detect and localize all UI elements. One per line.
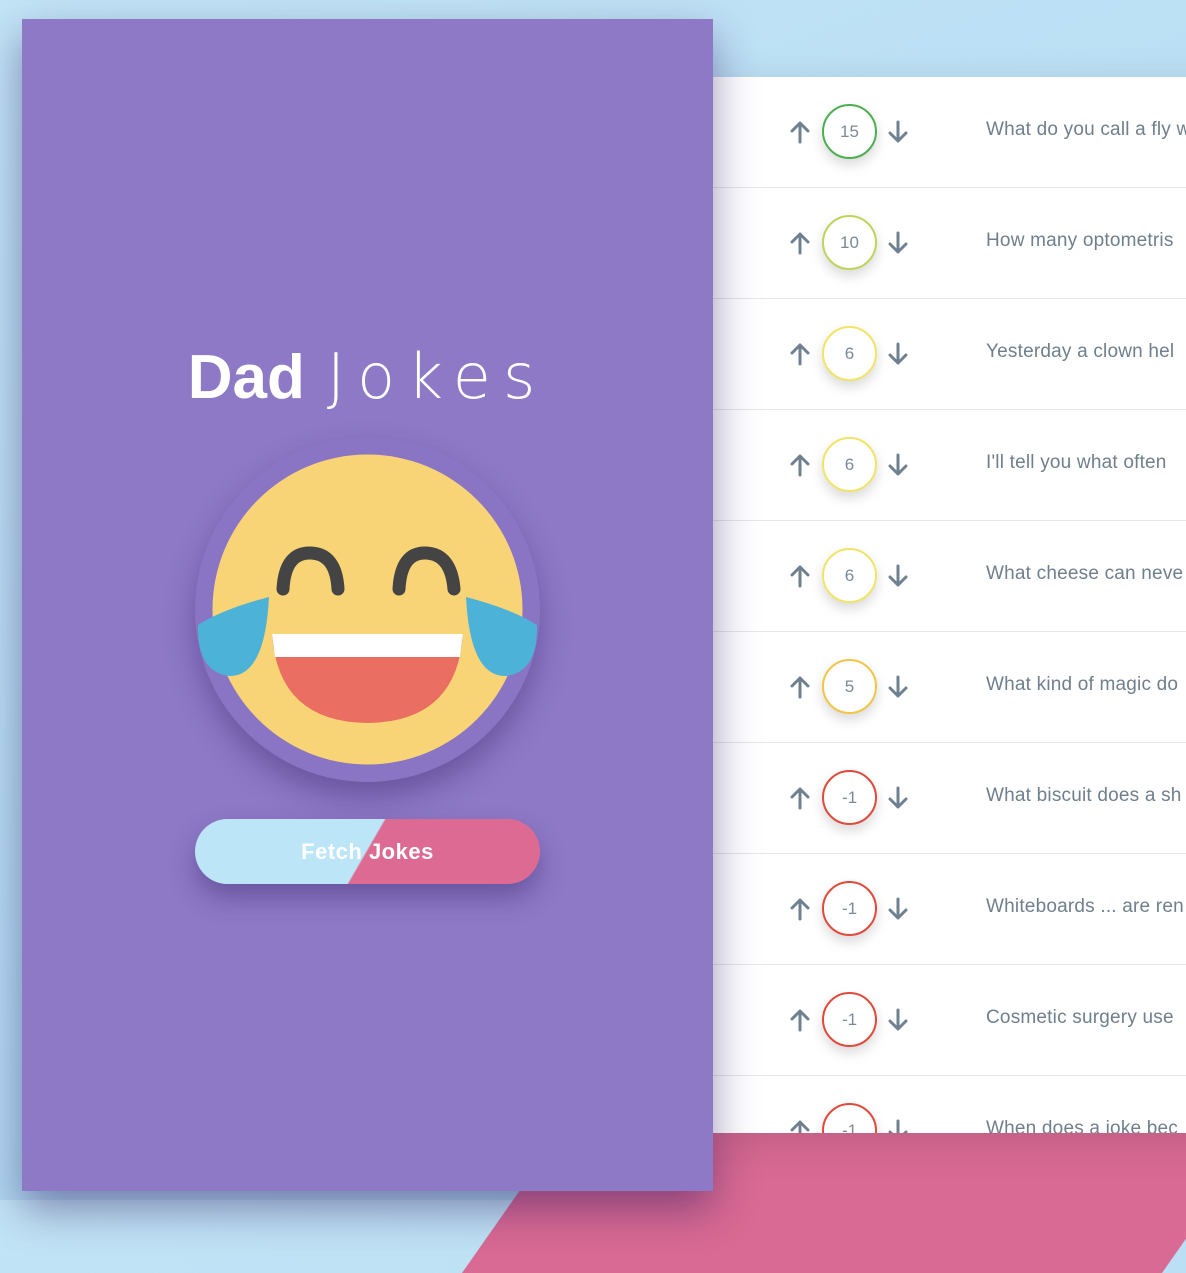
vote-count-badge: 5	[822, 659, 877, 714]
arrow-up-icon[interactable]	[787, 785, 813, 811]
arrow-up-icon[interactable]	[787, 896, 813, 922]
joke-row: -1 Whiteboards ... are ren	[713, 854, 1186, 965]
joke-row: 15 What do you call a fly w	[713, 77, 1186, 188]
arrow-up-icon[interactable]	[787, 452, 813, 478]
arrow-up-icon[interactable]	[787, 1007, 813, 1033]
vote-count-badge: 6	[822, 437, 877, 492]
arrow-down-icon[interactable]	[885, 230, 911, 256]
arrow-down-icon[interactable]	[885, 674, 911, 700]
joke-row: -1 Cosmetic surgery use	[713, 965, 1186, 1076]
arrow-up-icon[interactable]	[787, 119, 813, 145]
laughing-emoji-icon	[195, 437, 540, 782]
arrow-down-icon[interactable]	[885, 785, 911, 811]
joke-text: What do you call a fly w	[986, 119, 1186, 140]
vote-count-badge: 15	[822, 104, 877, 159]
joke-row: -1 What biscuit does a sh	[713, 743, 1186, 854]
arrow-up-icon[interactable]	[787, 1118, 813, 1133]
vote-count-badge: 6	[822, 548, 877, 603]
vote-count-badge: -1	[822, 881, 877, 936]
arrow-down-icon[interactable]	[885, 452, 911, 478]
joke-text: When does a joke bec	[986, 1118, 1179, 1133]
fetch-jokes-label: Fetch Jokes	[301, 838, 434, 864]
vote-count-badge: -1	[822, 1103, 877, 1133]
joke-row: 5 What kind of magic do	[713, 632, 1186, 743]
arrow-down-icon[interactable]	[885, 896, 911, 922]
arrow-up-icon[interactable]	[787, 230, 813, 256]
joke-text: What kind of magic do	[986, 674, 1179, 695]
joke-row: 6 What cheese can neve	[713, 521, 1186, 632]
vote-count-badge: 6	[822, 326, 877, 381]
jokes-list[interactable]: 15 What do you call a fly w 10 How many opt…	[713, 77, 1186, 1133]
arrow-down-icon[interactable]	[885, 119, 911, 145]
joke-text: I'll tell you what often	[986, 452, 1167, 473]
arrow-down-icon[interactable]	[885, 341, 911, 367]
arrow-down-icon[interactable]	[885, 1118, 911, 1133]
joke-text: What biscuit does a sh	[986, 785, 1182, 806]
joke-row: 6 Yesterday a clown hel	[713, 299, 1186, 410]
vote-count-badge: 10	[822, 215, 877, 270]
arrow-up-icon[interactable]	[787, 563, 813, 589]
vote-count-badge: -1	[822, 770, 877, 825]
joke-text: Cosmetic surgery use	[986, 1007, 1174, 1028]
joke-text: Whiteboards ... are ren	[986, 896, 1184, 917]
arrow-down-icon[interactable]	[885, 563, 911, 589]
joke-row: 10 How many optometris	[713, 188, 1186, 299]
fetch-jokes-button[interactable]: Fetch Jokes	[195, 819, 540, 884]
joke-text: What cheese can neve	[986, 563, 1184, 584]
joke-text: Yesterday a clown hel	[986, 341, 1175, 362]
arrow-down-icon[interactable]	[885, 1007, 911, 1033]
joke-row: -1 When does a joke bec	[713, 1076, 1186, 1133]
app-title-bold: Dad	[187, 343, 305, 412]
app-title-light: Jokes	[326, 340, 548, 413]
arrow-up-icon[interactable]	[787, 674, 813, 700]
arrow-up-icon[interactable]	[787, 341, 813, 367]
app-title: Dad Jokes	[22, 337, 713, 418]
joke-text: How many optometris	[986, 230, 1174, 251]
sidebar: Dad Jokes Fetch Jokes	[22, 19, 713, 1191]
vote-count-badge: -1	[822, 992, 877, 1047]
joke-row: 6 I'll tell you what often	[713, 410, 1186, 521]
